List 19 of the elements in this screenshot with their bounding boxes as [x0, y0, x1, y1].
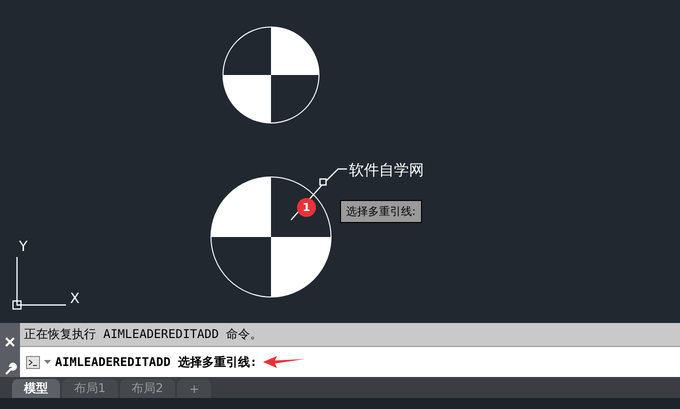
- x-axis-label: X: [70, 291, 80, 307]
- caret-icon[interactable]: [44, 360, 51, 364]
- history-text: 正在恢复执行 AIMLEADEREDITADD 命令。: [24, 326, 262, 343]
- step-badge: 1: [297, 198, 316, 217]
- close-icon[interactable]: [5, 337, 15, 347]
- prompt-text: AIMLEADEREDITADD 选择多重引线:: [55, 354, 258, 370]
- ucs-axes-icon: [12, 257, 66, 310]
- command-input[interactable]: AIMLEADEREDITADD 选择多重引线:: [20, 346, 680, 377]
- leader-line: [290, 168, 348, 221]
- layout-tab[interactable]: 模型: [12, 379, 60, 398]
- prompt-icon[interactable]: [26, 356, 40, 368]
- wrench-icon[interactable]: [4, 362, 16, 375]
- tooltip: 选择多重引线:: [340, 200, 422, 223]
- layout-tab[interactable]: 布局1: [62, 379, 118, 398]
- pointer-arrow-icon: [263, 356, 306, 368]
- leader-text: 软件自学网: [349, 161, 424, 180]
- layout-tab[interactable]: 布局2: [120, 379, 176, 398]
- y-axis-label: Y: [19, 239, 28, 255]
- layout-tab[interactable]: +: [177, 379, 212, 398]
